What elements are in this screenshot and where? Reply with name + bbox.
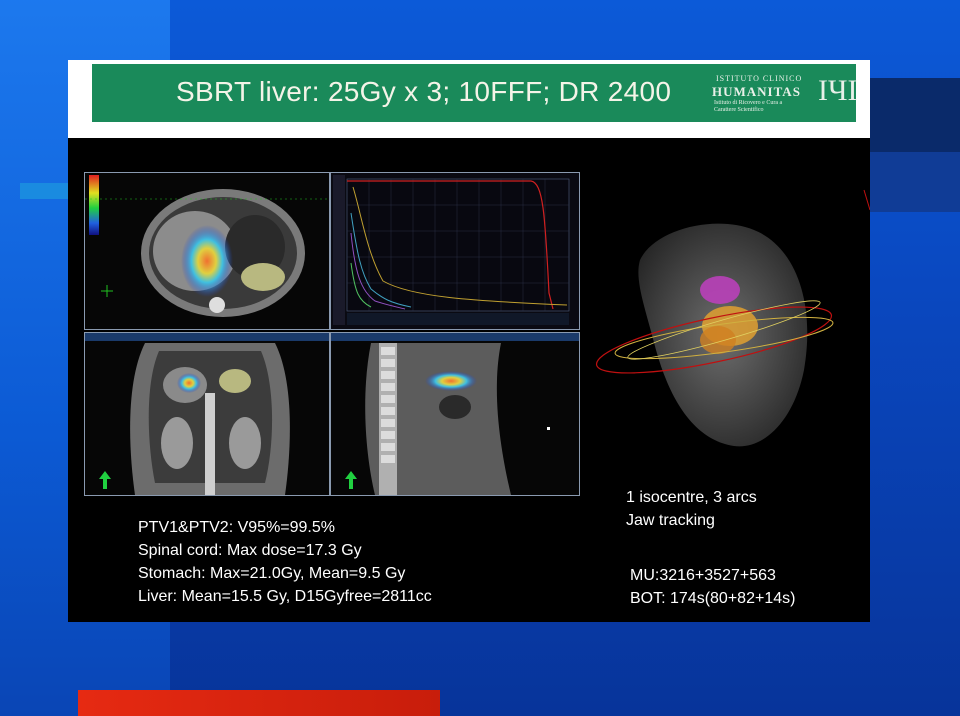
stat-bot: BOT: 174s(80+82+14s) <box>630 590 796 607</box>
logo-line-1: ISTITUTO CLINICO <box>716 74 803 83</box>
stats-left: PTV1&PTV2: V95%=99.5% Spinal cord: Max d… <box>138 516 432 608</box>
slide-title: SBRT liver: 25Gy x 3; 10FFF; DR 2400 <box>176 76 672 107</box>
decor-cyan-bar <box>20 183 70 199</box>
stat-ptv: PTV1&PTV2: V95%=99.5% <box>138 519 335 536</box>
ct-coronal-image <box>85 333 329 495</box>
3d-beam-rendering <box>584 150 871 490</box>
3d-rendering-image <box>595 189 871 447</box>
stat-isocentre: 1 isocentre, 3 arcs <box>626 489 757 506</box>
title-band: SBRT liver: 25Gy x 3; 10FFF; DR 2400 IST… <box>92 64 858 122</box>
ct-sagittal-image <box>331 333 579 495</box>
stat-spinal-cord: Spinal cord: Max dose=17.3 Gy <box>138 542 362 559</box>
logo-line-2: HUMANITAS <box>712 84 801 99</box>
decor-dark-block <box>870 78 960 152</box>
dvh-chart <box>331 173 579 329</box>
stat-liver: Liver: Mean=15.5 Gy, D15Gyfree=2811cc <box>138 588 432 605</box>
decor-dark-block-2 <box>870 152 960 212</box>
stats-right-top: 1 isocentre, 3 arcs Jaw tracking <box>626 486 757 532</box>
logo-line-3: Istituto di Ricovero e Cura a Carattere … <box>714 100 783 113</box>
ct-axial-view <box>84 172 330 330</box>
stats-right-bottom: MU:3216+3527+563 BOT: 174s(80+82+14s) <box>630 564 795 610</box>
logo-mark: IЧI <box>818 74 858 107</box>
title-strip: SBRT liver: 25Gy x 3; 10FFF; DR 2400 IST… <box>68 60 870 138</box>
decor-red-bar <box>78 690 440 716</box>
humanitas-logo: ISTITUTO CLINICO HUMANITAS Istituto di R… <box>708 70 858 118</box>
stat-stomach: Stomach: Max=21.0Gy, Mean=9.5 Gy <box>138 565 406 582</box>
ct-coronal-view <box>84 332 330 496</box>
slide-content: SBRT liver: 25Gy x 3; 10FFF; DR 2400 IST… <box>68 60 871 622</box>
ct-axial-image <box>85 173 329 329</box>
stat-mu: MU:3216+3527+563 <box>630 567 776 584</box>
stat-jaw-tracking: Jaw tracking <box>626 512 715 529</box>
dvh-chart-panel <box>330 172 580 330</box>
ct-sagittal-view <box>330 332 580 496</box>
